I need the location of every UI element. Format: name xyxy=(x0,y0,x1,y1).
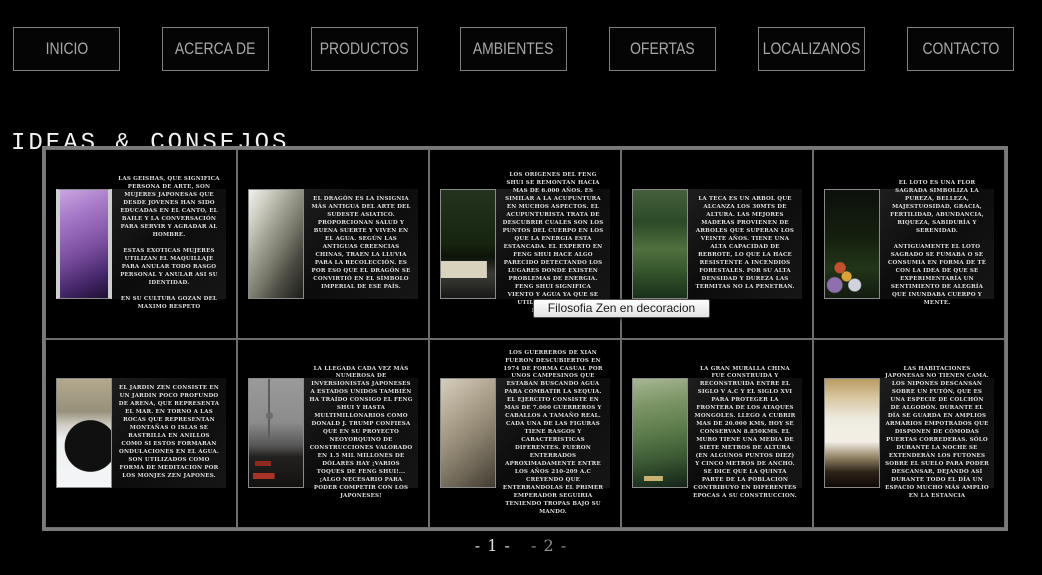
idea-card[interactable]: LA GRAN MURALLA CHINA FUE CONSTRUIDA Y R… xyxy=(632,378,802,488)
idea-card[interactable]: LOS ORIGENES DEL FENG SHUI SE REMONTAN H… xyxy=(440,189,610,299)
nav-item-ambientes[interactable]: AMBIENTES xyxy=(460,27,567,71)
idea-card[interactable]: LA TECA ES UN ARBOL QUE ALCANZA LOS 30MT… xyxy=(632,189,802,299)
idea-card-text: EL DRAGÓN ES LA INSIGNIA MÁS ANTIGUA DEL… xyxy=(304,189,418,299)
nav-item-label: PRODUCTOS xyxy=(320,39,409,59)
nav-item-label: CONTACTO xyxy=(922,39,999,59)
idea-card-text: LOS ORIGENES DEL FENG SHUI SE REMONTAN H… xyxy=(496,189,610,299)
idea-card-text: LA LLEGADA CADA VEZ MÁS NUMEROSA DE INVE… xyxy=(304,378,418,488)
nav-item-localizanos[interactable]: LOCALIZANOS xyxy=(758,27,865,71)
grid-cell: LAS HABITACIONES JAPONESAS NO TIENEN CAM… xyxy=(813,339,1005,529)
idea-card-text: EL LOTO ES UNA FLOR SAGRADA SIMBOLIZA LA… xyxy=(880,189,994,299)
nav-item-productos[interactable]: PRODUCTOS xyxy=(311,27,418,71)
grid-cell: EL DRAGÓN ES LA INSIGNIA MÁS ANTIGUA DEL… xyxy=(237,149,429,339)
nav-item-contacto[interactable]: CONTACTO xyxy=(907,27,1014,71)
idea-card[interactable]: LOS GUERREROS DE XIAN FUERON DESCUBIERTO… xyxy=(440,378,610,488)
nav-item-inicio[interactable]: INICIO xyxy=(13,27,120,71)
page-link-1[interactable]: - 1 - xyxy=(475,536,511,555)
idea-card-text: LAS HABITACIONES JAPONESAS NO TIENEN CAM… xyxy=(880,378,994,488)
zen-garden-photo xyxy=(56,378,112,488)
xian-warriors-photo xyxy=(440,378,496,488)
teak-forest-photo xyxy=(632,189,688,299)
main-nav: INICIO ACERCA DE PRODUCTOS AMBIENTES OFE… xyxy=(13,27,1014,71)
feng-shui-room-photo xyxy=(440,189,496,299)
idea-card[interactable]: EL JARDIN ZEN CONSISTE EN UN JARDIN POCO… xyxy=(56,378,226,488)
nav-item-label: OFERTAS xyxy=(630,39,695,59)
grid-cell: LAS GEISHAS, QUE SIGNIFICA PERSONA DE AR… xyxy=(45,149,237,339)
ideas-grid: LAS GEISHAS, QUE SIGNIFICA PERSONA DE AR… xyxy=(42,146,1008,531)
grid-cell: LA LLEGADA CADA VEZ MÁS NUMEROSA DE INVE… xyxy=(237,339,429,529)
idea-card[interactable]: EL LOTO ES UNA FLOR SAGRADA SIMBOLIZA LA… xyxy=(824,189,994,299)
pagination: - 1 - - 2 - xyxy=(0,536,1042,555)
nav-item-label: AMBIENTES xyxy=(473,39,554,59)
grid-cell: LOS GUERREROS DE XIAN FUERON DESCUBIERTO… xyxy=(429,339,621,529)
shanghai-tower-photo xyxy=(248,378,304,488)
idea-card-text: LA TECA ES UN ARBOL QUE ALCANZA LOS 30MT… xyxy=(688,189,802,299)
nav-item-label: INICIO xyxy=(45,39,88,59)
idea-card-text: EL JARDIN ZEN CONSISTE EN UN JARDIN POCO… xyxy=(112,378,226,488)
grid-cell: LA GRAN MURALLA CHINA FUE CONSTRUIDA Y R… xyxy=(621,339,813,529)
lotus-buddha-photo xyxy=(824,189,880,299)
nav-item-label: ACERCA DE xyxy=(175,39,256,59)
page-link-2[interactable]: - 2 - xyxy=(531,536,567,555)
great-wall-photo xyxy=(632,378,688,488)
hover-tooltip: Filosofia Zen en decoracion xyxy=(533,299,710,318)
japanese-room-photo xyxy=(824,378,880,488)
idea-card[interactable]: EL DRAGÓN ES LA INSIGNIA MÁS ANTIGUA DEL… xyxy=(248,189,418,299)
grid-cell: EL LOTO ES UNA FLOR SAGRADA SIMBOLIZA LA… xyxy=(813,149,1005,339)
idea-card-text: LA GRAN MURALLA CHINA FUE CONSTRUIDA Y R… xyxy=(688,378,802,488)
idea-card[interactable]: LA LLEGADA CADA VEZ MÁS NUMEROSA DE INVE… xyxy=(248,378,418,488)
nav-item-ofertas[interactable]: OFERTAS xyxy=(609,27,716,71)
idea-card-text: LAS GEISHAS, QUE SIGNIFICA PERSONA DE AR… xyxy=(112,189,226,299)
grid-cell: EL JARDIN ZEN CONSISTE EN UN JARDIN POCO… xyxy=(45,339,237,529)
dragon-statue-photo xyxy=(248,189,304,299)
idea-card[interactable]: LAS GEISHAS, QUE SIGNIFICA PERSONA DE AR… xyxy=(56,189,226,299)
idea-card[interactable]: LAS HABITACIONES JAPONESAS NO TIENEN CAM… xyxy=(824,378,994,488)
geisha-photo xyxy=(56,189,112,299)
idea-card-text: LOS GUERREROS DE XIAN FUERON DESCUBIERTO… xyxy=(496,378,610,488)
nav-item-label: LOCALIZANOS xyxy=(763,39,861,59)
nav-item-acerca-de[interactable]: ACERCA DE xyxy=(162,27,269,71)
